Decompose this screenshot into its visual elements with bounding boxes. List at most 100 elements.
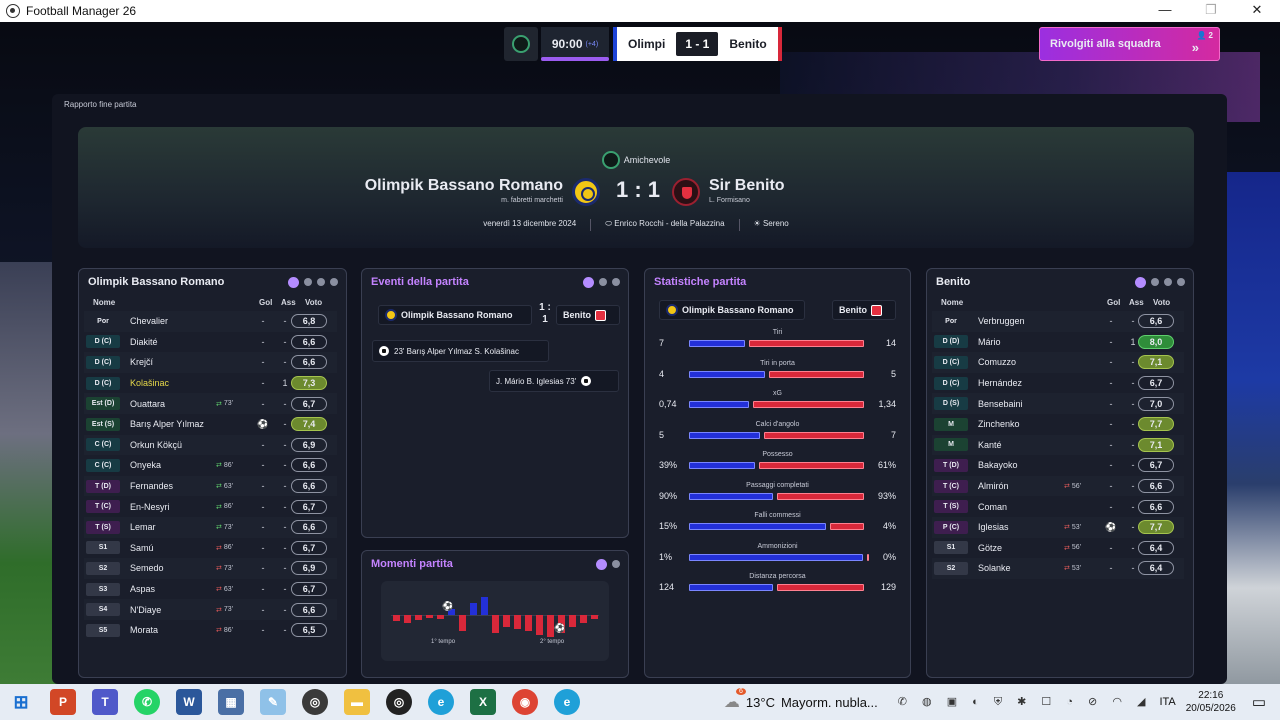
player-name[interactable]: Coman bbox=[978, 502, 1007, 512]
player-name[interactable]: Lemar bbox=[130, 522, 156, 532]
player-name[interactable]: Morata bbox=[130, 625, 158, 635]
whatsapp-icon[interactable]: ✆ bbox=[134, 689, 160, 715]
pager-dot[interactable] bbox=[596, 559, 607, 570]
player-row[interactable]: D (C) Comuzzo - -7,1 bbox=[932, 352, 1184, 373]
player-row[interactable]: D (C) Hernández - -6,7 bbox=[932, 373, 1184, 394]
calculator-icon[interactable]: ▦ bbox=[218, 689, 244, 715]
player-name[interactable]: Bakayoko bbox=[978, 460, 1018, 470]
player-row[interactable]: D (C) Krejčí - -6,6 bbox=[84, 352, 337, 373]
player-row[interactable]: T (S) Coman - -6,6 bbox=[932, 496, 1184, 517]
pager-dot[interactable] bbox=[1151, 278, 1159, 286]
player-row[interactable]: C (C) Orkun Kökçü - -6,9 bbox=[84, 434, 337, 456]
pager-dot[interactable] bbox=[583, 277, 594, 288]
pager-dot[interactable] bbox=[330, 278, 338, 286]
player-name[interactable]: Götze bbox=[978, 543, 1002, 553]
player-name[interactable]: Almirón bbox=[978, 481, 1009, 491]
player-name[interactable]: Krejčí bbox=[130, 357, 153, 367]
player-row[interactable]: D (C) Kolašinac - 1 7,3 bbox=[84, 373, 337, 394]
player-row[interactable]: S2 Solanke ⇄ 53' - -6,4 bbox=[932, 558, 1184, 579]
player-row[interactable]: S3 Aspas ⇄ 63' - -6,7 bbox=[84, 579, 337, 600]
minimize-button[interactable]: — bbox=[1142, 0, 1188, 22]
player-row[interactable]: S2 Semedo ⇄ 73' - -6,9 bbox=[84, 558, 337, 579]
notifications-icon[interactable]: ▭ bbox=[1252, 693, 1266, 711]
pager-dot[interactable] bbox=[1177, 278, 1185, 286]
player-row[interactable]: T (S) Lemar ⇄ 73' - -6,6 bbox=[84, 516, 337, 538]
clock[interactable]: 22:16 20/05/2026 bbox=[1186, 689, 1236, 715]
file-explorer-icon[interactable]: ▬ bbox=[344, 689, 370, 715]
player-row[interactable]: S5 Morata ⇄ 86' - -6,5 bbox=[84, 620, 337, 641]
player-name[interactable]: Diakité bbox=[130, 337, 158, 347]
player-name[interactable]: Mário bbox=[978, 337, 1001, 347]
paint-icon[interactable]: ✎ bbox=[260, 689, 286, 715]
home-team-block[interactable]: Olimpik Bassano Romano m. fabretti march… bbox=[365, 177, 563, 204]
start-button[interactable]: ⊞ bbox=[8, 689, 34, 715]
player-name[interactable]: Chevalier bbox=[130, 316, 168, 326]
home-goal-event[interactable]: 23' Barış Alper Yılmaz S. Kolašinac bbox=[372, 340, 549, 362]
scoreboard[interactable]: Olimpi 1 - 1 Benito bbox=[613, 27, 782, 61]
player-row[interactable]: S4 N'Diaye ⇄ 73' - -6,6 bbox=[84, 599, 337, 620]
card-pager[interactable] bbox=[596, 559, 620, 570]
maximize-button[interactable]: ❐ bbox=[1188, 0, 1234, 22]
player-name[interactable]: Solanke bbox=[978, 563, 1011, 573]
player-name[interactable]: Kolašinac bbox=[130, 378, 169, 388]
player-name[interactable]: Verbruggen bbox=[978, 316, 1025, 326]
player-row[interactable]: M Zinchenko - -7,7 bbox=[932, 414, 1184, 435]
player-name[interactable]: Fernandes bbox=[130, 481, 173, 491]
excel-icon[interactable]: X bbox=[470, 689, 496, 715]
card-pager[interactable] bbox=[1135, 277, 1185, 288]
language-indicator[interactable]: ITA bbox=[1159, 696, 1175, 708]
player-row[interactable]: M Kanté - -7,1 bbox=[932, 434, 1184, 456]
player-row[interactable]: P (C) Iglesias ⇄ 53' ⚽ -7,7 bbox=[932, 516, 1184, 538]
rally-team-button[interactable]: Rivolgiti alla squadra 👤 2 » bbox=[1039, 27, 1220, 61]
player-name[interactable]: Zinchenko bbox=[978, 419, 1020, 429]
tray-icons[interactable]: ✆ ◍ ▣ ◐ ⛨ ✱ ☐ ◔ ⊘ ◠ ◢ bbox=[898, 695, 1152, 709]
player-row[interactable]: S1 Götze ⇄ 56' - -6,4 bbox=[932, 538, 1184, 559]
player-name[interactable]: Comuzzo bbox=[978, 357, 1016, 367]
away-team-block[interactable]: Sir Benito L. Formisano bbox=[709, 177, 785, 204]
pager-dot[interactable] bbox=[1164, 278, 1172, 286]
edge-icon-2[interactable]: e bbox=[554, 689, 580, 715]
player-row[interactable]: Por Verbruggen - -6,6 bbox=[932, 311, 1184, 332]
player-name[interactable]: Hernández bbox=[978, 378, 1022, 388]
player-row[interactable]: T (C) Almirón ⇄ 56' - -6,6 bbox=[932, 475, 1184, 497]
player-name[interactable]: En-Nesyri bbox=[130, 502, 170, 512]
player-row[interactable]: C (C) Onyeka ⇄ 86' - -6,6 bbox=[84, 455, 337, 476]
away-goal-event[interactable]: J. Mário B. Iglesias 73' bbox=[489, 370, 619, 392]
club-badge-button[interactable] bbox=[504, 27, 538, 61]
player-name[interactable]: Barış Alper Yılmaz bbox=[130, 419, 204, 429]
player-row[interactable]: T (C) En-Nesyri ⇄ 86' - -6,7 bbox=[84, 496, 337, 517]
player-row[interactable]: S1 Samú ⇄ 86' - -6,7 bbox=[84, 538, 337, 559]
player-row[interactable]: D (S) Bensebaini - -7,0 bbox=[932, 393, 1184, 414]
player-row[interactable]: Por Chevalier - -6,8 bbox=[84, 311, 337, 332]
player-name[interactable]: Aspas bbox=[130, 584, 155, 594]
pager-dot[interactable] bbox=[612, 560, 620, 568]
football-manager-active-icon[interactable]: ◎ bbox=[386, 689, 412, 715]
player-name[interactable]: Samú bbox=[130, 543, 154, 553]
powerpoint-icon[interactable]: P bbox=[50, 689, 76, 715]
pager-dot[interactable] bbox=[288, 277, 299, 288]
chrome-icon[interactable]: ◉ bbox=[512, 689, 538, 715]
player-row[interactable]: T (D) Fernandes ⇄ 63' - -6,6 bbox=[84, 475, 337, 497]
pager-dot[interactable] bbox=[304, 278, 312, 286]
teams-icon[interactable]: T bbox=[92, 689, 118, 715]
weather-widget[interactable]: ☁ 6 13°C Mayorm. nubla... bbox=[724, 688, 878, 712]
player-name[interactable]: Ouattara bbox=[130, 399, 165, 409]
card-pager[interactable] bbox=[288, 277, 338, 288]
player-row[interactable]: Est (D) Ouattara ⇄ 73' - -6,7 bbox=[84, 393, 337, 414]
player-name[interactable]: N'Diaye bbox=[130, 605, 161, 615]
card-pager[interactable] bbox=[583, 277, 620, 288]
player-row[interactable]: D (C) Diakité - -6,6 bbox=[84, 332, 337, 353]
pager-dot[interactable] bbox=[612, 278, 620, 286]
football-manager-icon[interactable]: ◎ bbox=[302, 689, 328, 715]
edge-icon[interactable]: e bbox=[428, 689, 454, 715]
player-row[interactable]: Est (S) Barış Alper Yılmaz ⚽ -7,4 bbox=[84, 414, 337, 435]
player-name[interactable]: Bensebaini bbox=[978, 399, 1023, 409]
pager-dot[interactable] bbox=[599, 278, 607, 286]
player-row[interactable]: D (D) Mário -1 8,0 bbox=[932, 332, 1184, 353]
player-name[interactable]: Semedo bbox=[130, 563, 164, 573]
player-name[interactable]: Orkun Kökçü bbox=[130, 440, 182, 450]
close-button[interactable]: ✕ bbox=[1234, 0, 1280, 22]
pager-dot[interactable] bbox=[1135, 277, 1146, 288]
player-name[interactable]: Onyeka bbox=[130, 460, 161, 470]
player-name[interactable]: Kanté bbox=[978, 440, 1002, 450]
